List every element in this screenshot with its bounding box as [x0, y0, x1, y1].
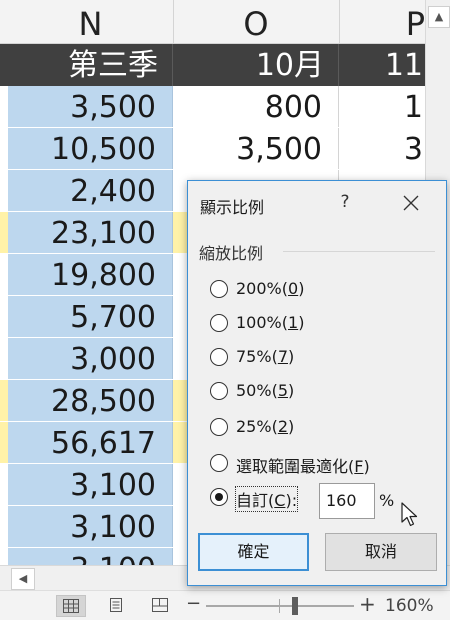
column-header-n[interactable]: N — [8, 0, 174, 44]
header-cell-nov[interactable]: 11 — [339, 44, 425, 86]
cell-p[interactable]: 1 — [339, 86, 425, 127]
status-bar: − + 160% — [0, 590, 450, 620]
zoom-option-label[interactable]: 選取範圍最適化(F) — [236, 453, 370, 477]
cell-n[interactable]: 56,617 — [8, 422, 173, 463]
cell-n[interactable]: 3,500 — [8, 86, 173, 127]
zoom-option-radio[interactable]: 200%(0) — [210, 278, 430, 302]
cell-n[interactable]: 2,400 — [8, 170, 173, 211]
radio-circle[interactable] — [210, 488, 228, 506]
radio-circle[interactable] — [210, 314, 228, 332]
close-icon[interactable] — [398, 191, 424, 215]
zoom-option-label[interactable]: 200%(0) — [236, 279, 304, 298]
cell-n[interactable]: 3,000 — [8, 338, 173, 379]
row-edge — [0, 338, 8, 379]
table-row: 10,500 3,500 3 — [0, 128, 425, 171]
dialog-title: 顯示比例 — [200, 198, 265, 217]
radio-circle[interactable] — [210, 418, 228, 436]
cancel-button[interactable]: 取消 — [325, 533, 437, 571]
radio-circle[interactable] — [210, 348, 228, 366]
row-edge — [0, 254, 8, 295]
row-edge — [0, 380, 8, 421]
cell-n[interactable]: 28,500 — [8, 380, 173, 421]
quarter-header-row: 第三季 10月 11 — [0, 44, 425, 86]
zoom-group-label: 縮放比例 — [199, 244, 264, 263]
row-edge — [0, 506, 8, 547]
zoom-option-radio[interactable]: 75%(7) — [210, 346, 430, 370]
row-edge — [0, 422, 8, 463]
row-edge — [0, 212, 8, 253]
column-header-o[interactable]: O — [173, 0, 340, 44]
zoom-slider[interactable] — [206, 605, 354, 607]
help-button[interactable]: ? — [334, 192, 356, 214]
header-cell-q3[interactable]: 第三季 — [8, 44, 173, 86]
zoom-option-label[interactable]: 自訂(C): — [234, 486, 299, 512]
zoom-slider-thumb[interactable] — [292, 597, 298, 615]
zoom-option-radio[interactable]: 選取範圍最適化(F) — [210, 452, 430, 476]
cell-n[interactable]: 19,800 — [8, 254, 173, 295]
header-cell-oct[interactable]: 10月 — [173, 44, 339, 86]
row-edge — [0, 86, 8, 127]
cell-n[interactable]: 5,700 — [8, 296, 173, 337]
radio-circle[interactable] — [210, 280, 228, 298]
cell-n[interactable]: 23,100 — [8, 212, 173, 253]
page-layout-view-icon[interactable] — [102, 595, 132, 617]
page-break-view-icon[interactable] — [146, 595, 176, 617]
zoom-option-radio[interactable]: 25%(2) — [210, 416, 430, 440]
row-edge — [0, 296, 8, 337]
radio-circle[interactable] — [210, 382, 228, 400]
mouse-cursor-icon — [401, 502, 419, 532]
zoom-in-button[interactable]: + — [359, 592, 376, 616]
percent-sign: % — [379, 491, 395, 510]
cell-n[interactable]: 10,500 — [8, 128, 173, 169]
cell-p[interactable]: 3 — [339, 128, 425, 169]
cell-o[interactable]: 800 — [173, 86, 339, 127]
column-header-p[interactable]: P — [339, 0, 425, 44]
custom-zoom-input[interactable]: 160 — [319, 483, 375, 519]
group-divider — [283, 251, 435, 252]
zoom-option-label[interactable]: 100%(1) — [236, 313, 304, 332]
zoom-option-radio[interactable]: 50%(5) — [210, 380, 430, 404]
scroll-left-icon[interactable]: ◀ — [11, 568, 35, 590]
zoom-out-button[interactable]: − — [186, 593, 201, 614]
zoom-level-label[interactable]: 160% — [385, 596, 434, 616]
cell-n[interactable]: 3,100 — [8, 464, 173, 505]
zoom-option-label[interactable]: 25%(2) — [236, 417, 294, 436]
zoom-option-label[interactable]: 50%(5) — [236, 381, 294, 400]
zoom-slider-center-tick — [279, 599, 280, 613]
zoom-option-radio[interactable]: 100%(1) — [210, 312, 430, 336]
table-row: 3,500 800 1 — [0, 86, 425, 129]
column-header-row: N O P — [0, 0, 425, 44]
ok-button[interactable]: 確定 — [198, 533, 309, 571]
row-edge — [0, 464, 8, 505]
cell-o[interactable]: 3,500 — [173, 128, 339, 169]
cell-n[interactable]: 3,100 — [8, 506, 173, 547]
zoom-option-label[interactable]: 75%(7) — [236, 347, 294, 366]
scroll-up-icon[interactable]: ▲ — [428, 6, 450, 28]
normal-view-icon[interactable] — [56, 595, 86, 617]
radio-circle[interactable] — [210, 454, 228, 472]
row-edge — [0, 128, 8, 169]
row-edge — [0, 170, 8, 211]
